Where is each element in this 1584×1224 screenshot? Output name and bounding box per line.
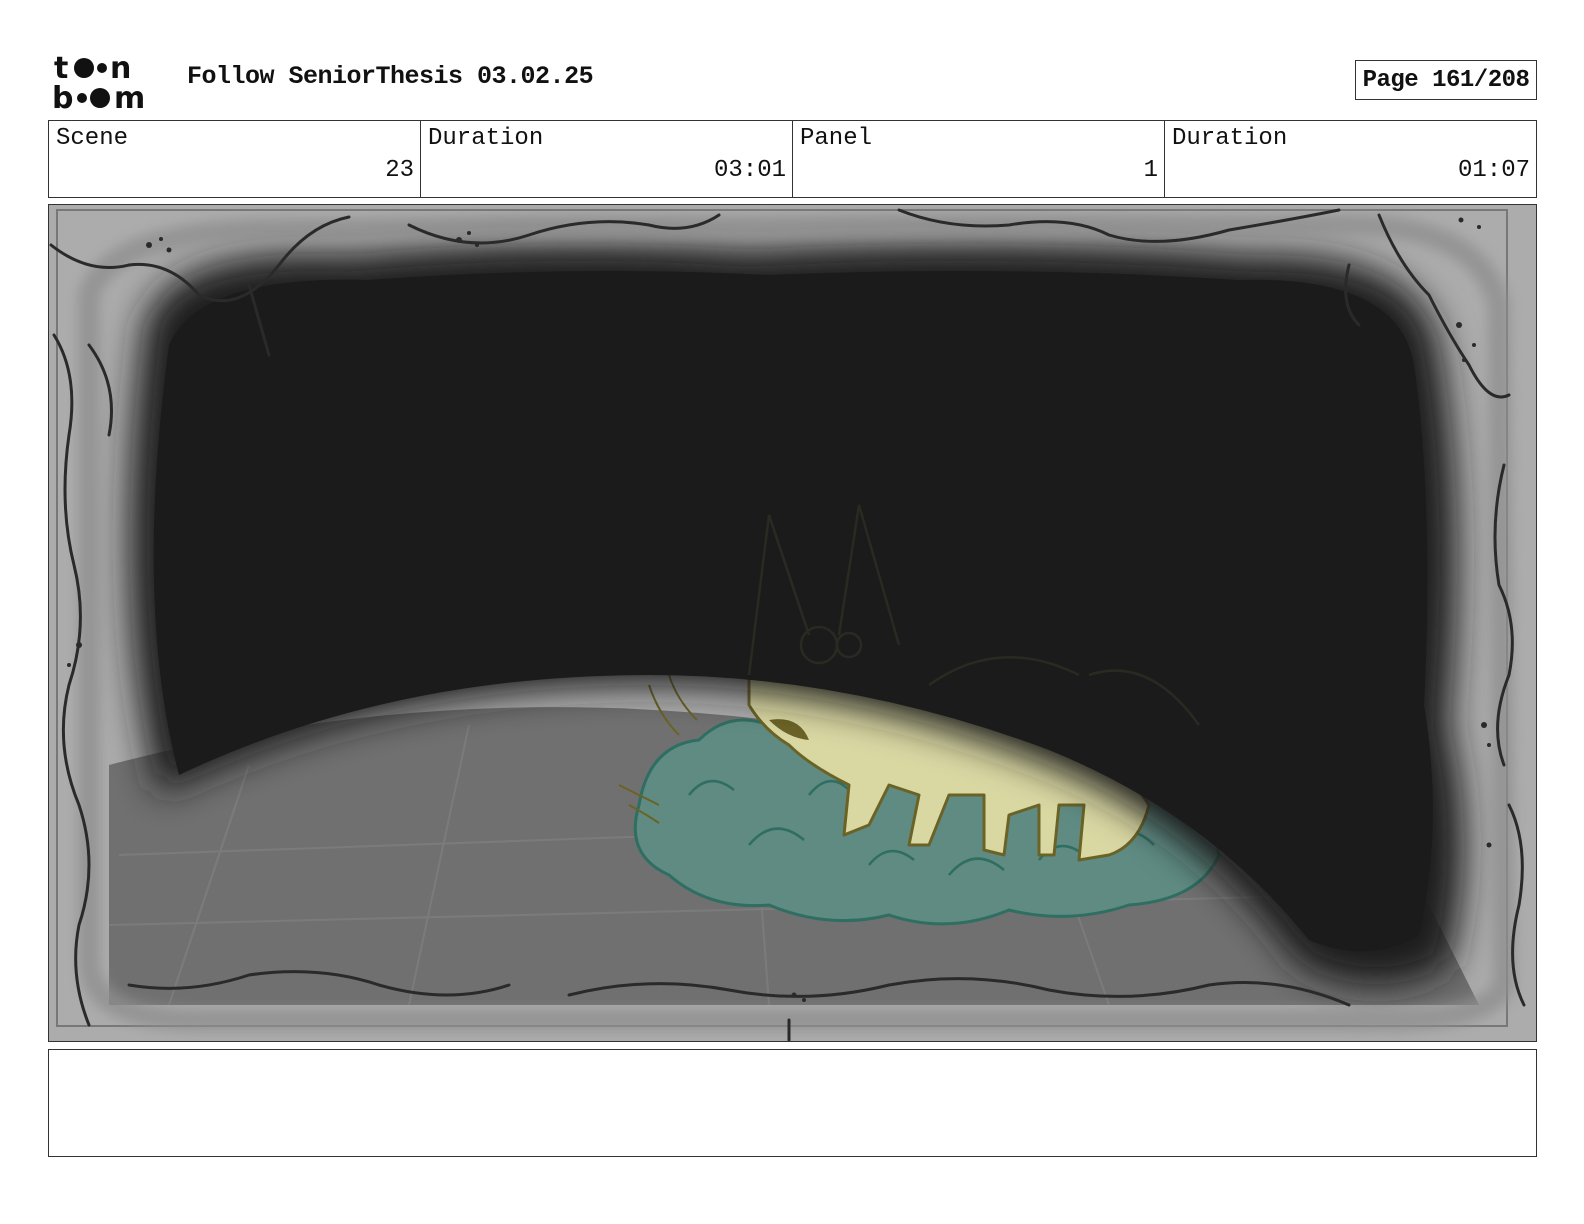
scene-duration-cell: Duration 03:01 [421, 121, 793, 197]
toon-boom-logo: t n b m [52, 51, 164, 116]
panel-duration-label: Duration [1172, 125, 1288, 152]
scene-label: Scene [56, 125, 129, 152]
scene-duration-label: Duration [428, 125, 544, 152]
page-indicator: Page 161/208 [1355, 60, 1537, 100]
storyboard-panel-image [48, 204, 1537, 1042]
panel-notes-box [48, 1049, 1537, 1157]
panel-duration-value: 01:07 [1457, 157, 1530, 184]
scene-info-row: Scene 23 Duration 03:01 Panel 1 Duration… [48, 120, 1537, 198]
panel-cell: Panel 1 [793, 121, 1165, 197]
panel-duration-cell: Duration 01:07 [1165, 121, 1536, 197]
document-title: Follow SeniorThesis 03.02.25 [187, 62, 594, 91]
panel-label: Panel [800, 125, 873, 152]
scene-duration-value: 03:01 [713, 157, 786, 184]
panel-value: 1 [1143, 157, 1158, 184]
svg-text:m: m [114, 81, 145, 110]
svg-text:b: b [52, 81, 73, 110]
scene-cell: Scene 23 [49, 121, 421, 197]
scene-value: 23 [385, 157, 414, 184]
